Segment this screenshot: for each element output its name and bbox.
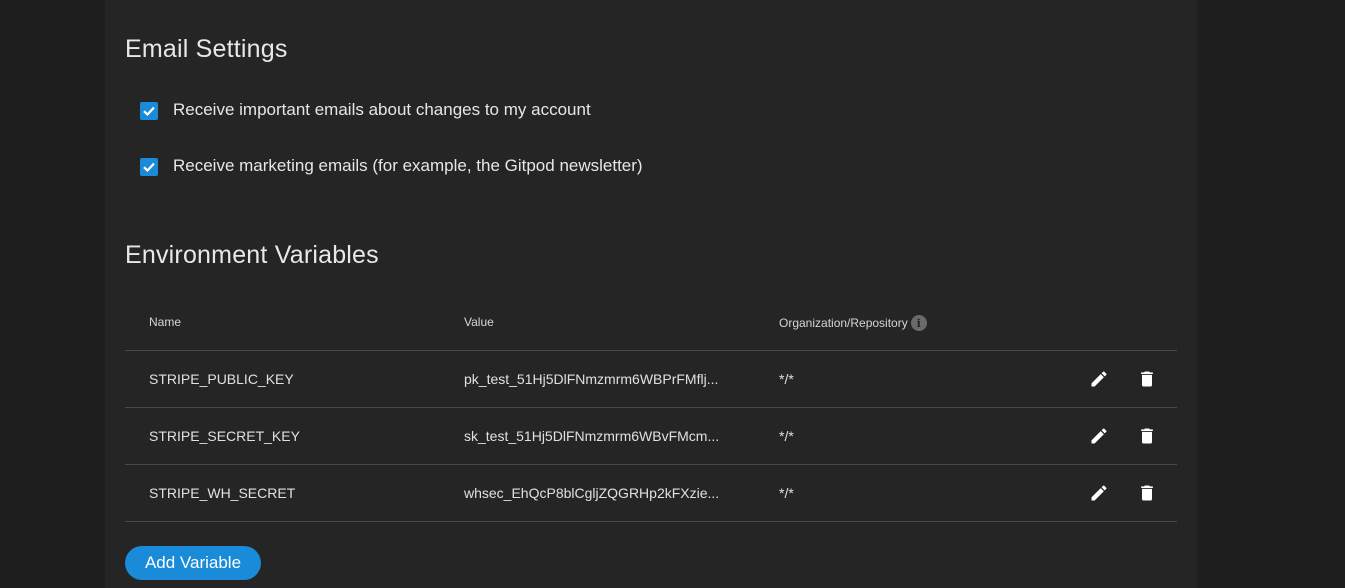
env-var-name: STRIPE_WH_SECRET (149, 485, 296, 501)
trash-icon[interactable] (1136, 425, 1158, 447)
important-emails-option[interactable]: Receive important emails about changes t… (140, 100, 591, 120)
marketing-emails-option[interactable]: Receive marketing emails (for example, t… (140, 156, 643, 176)
env-var-org: */* (779, 485, 794, 501)
env-var-name: STRIPE_PUBLIC_KEY (149, 371, 294, 387)
checkmark-icon (143, 162, 155, 173)
email-settings-title: Email Settings (125, 35, 288, 63)
env-var-value: pk_test_51Hj5DlFNmzmrm6WBPrFMflj... (464, 371, 719, 387)
info-icon[interactable]: i (910, 315, 927, 331)
marketing-emails-label: Receive marketing emails (for example, t… (173, 156, 643, 175)
env-var-org: */* (779, 371, 794, 387)
pencil-icon[interactable] (1088, 482, 1110, 504)
settings-panel: Email Settings Receive important emails … (105, 0, 1197, 588)
column-header-org: Organization/Repository i (779, 315, 927, 331)
table-row: STRIPE_PUBLIC_KEY pk_test_51Hj5DlFNmzmrm… (125, 351, 1177, 408)
pencil-icon[interactable] (1088, 368, 1110, 390)
env-var-value: whsec_EhQcP8blCgljZQGRHp2kFXzie... (464, 485, 720, 501)
important-emails-label: Receive important emails about changes t… (173, 100, 591, 119)
column-header-value: Value (464, 315, 494, 329)
table-row: STRIPE_WH_SECRET whsec_EhQcP8blCgljZQGRH… (125, 465, 1177, 522)
trash-icon[interactable] (1136, 368, 1158, 390)
env-var-value: sk_test_51Hj5DlFNmzmrm6WBvFMcm... (464, 428, 720, 444)
table-row: STRIPE_SECRET_KEY sk_test_51Hj5DlFNmzmrm… (125, 408, 1177, 465)
env-var-org: */* (779, 428, 794, 444)
trash-icon[interactable] (1136, 482, 1158, 504)
env-vars-table: Name Value Organization/Repository i STR… (125, 293, 1177, 522)
important-emails-checkbox[interactable] (140, 102, 158, 120)
pencil-icon[interactable] (1088, 425, 1110, 447)
marketing-emails-checkbox[interactable] (140, 158, 158, 176)
column-header-name: Name (149, 315, 182, 329)
table-header: Name Value Organization/Repository i (125, 293, 1177, 351)
column-header-org-label: Organization/Repository (779, 316, 908, 330)
env-var-name: STRIPE_SECRET_KEY (149, 428, 300, 444)
checkmark-icon (143, 106, 155, 117)
add-variable-button[interactable]: Add Variable (125, 546, 261, 580)
environment-variables-title: Environment Variables (125, 241, 379, 269)
